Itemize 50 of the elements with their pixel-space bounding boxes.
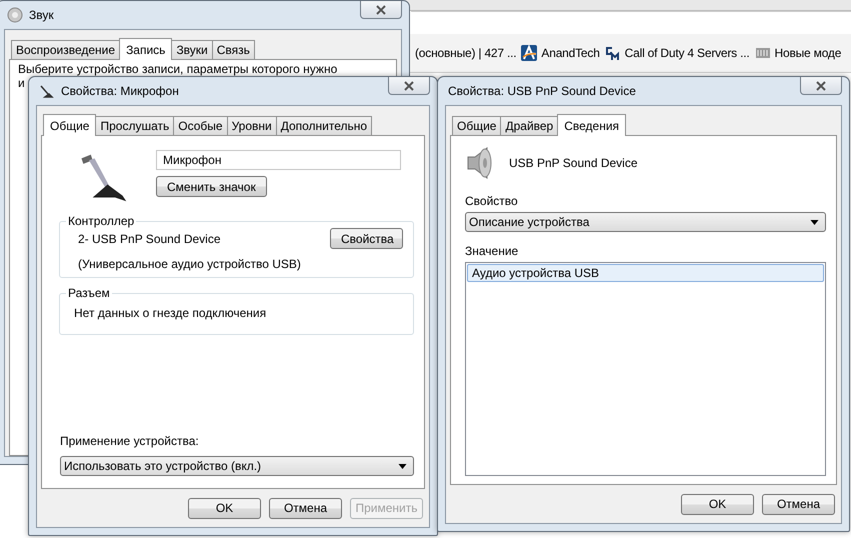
tab[interactable]: Запись xyxy=(119,38,172,60)
bookmark-link[interactable]: Call of Duty 4 Servers ... xyxy=(604,45,750,61)
group-heading: Разъем xyxy=(67,286,111,300)
window-title: Звук xyxy=(29,8,54,22)
device-name-field[interactable]: Микрофон xyxy=(156,150,401,170)
tab[interactable]: Общие xyxy=(452,116,502,135)
bookmark-link[interactable]: Новые моде xyxy=(754,45,842,61)
controller-description: (Универсальное аудио устройство USB) xyxy=(78,257,302,271)
dialog-button[interactable]: Отмена xyxy=(762,494,835,514)
prompt-text: Выберите устройство записи, параметры которого нужно xyxy=(18,62,338,76)
dialog-button[interactable]: Отмена xyxy=(269,498,342,518)
close-icon xyxy=(403,80,415,90)
usage-dropdown[interactable]: Использовать это устройство (вкл.) xyxy=(60,456,414,476)
tab[interactable]: Воспроизведение xyxy=(11,40,120,59)
caret-icon xyxy=(810,220,819,224)
tab[interactable]: Сведения xyxy=(557,114,626,136)
logo-icon xyxy=(604,45,621,61)
tab[interactable]: Связь xyxy=(212,40,255,59)
close-button[interactable] xyxy=(388,77,430,95)
prompt-text: и xyxy=(18,76,26,90)
value-label: Значение xyxy=(465,244,520,258)
usage-label: Применение устройства: xyxy=(60,434,200,448)
tab[interactable]: Прослушать xyxy=(95,116,174,135)
close-button[interactable] xyxy=(800,77,842,95)
jack-info: Нет данных о гнезде подключения xyxy=(74,306,268,320)
logo-icon xyxy=(754,45,771,61)
tab[interactable]: Дополнительно xyxy=(276,116,372,135)
close-icon xyxy=(815,80,827,90)
logo-icon xyxy=(521,45,538,61)
window-title: Свойства: USB PnP Sound Device xyxy=(448,84,636,98)
property-label: Свойство xyxy=(465,194,519,208)
window-title: Свойства: Микрофон xyxy=(61,84,179,98)
tab[interactable]: Общие xyxy=(43,114,96,136)
dialog-button[interactable]: OK xyxy=(188,498,261,518)
device-name: USB PnP Sound Device xyxy=(509,156,638,170)
tab[interactable]: Драйвер xyxy=(500,116,558,135)
bookmark-link[interactable]: (основные) | 427 ... xyxy=(415,46,516,60)
properties-button[interactable]: Свойства xyxy=(330,228,403,249)
tab[interactable]: Уровни xyxy=(226,116,277,135)
close-button[interactable] xyxy=(360,1,402,19)
dialog-button[interactable]: OK xyxy=(681,494,754,514)
tab[interactable]: Особые xyxy=(173,116,228,135)
tab[interactable]: Звуки xyxy=(171,40,213,59)
controller-name: 2- USB PnP Sound Device xyxy=(78,232,221,246)
change-icon-button[interactable]: Сменить значок xyxy=(156,176,267,197)
list-item[interactable]: Аудио устройства USB xyxy=(467,264,824,282)
bookmark-link[interactable]: AnandTech xyxy=(521,45,600,61)
close-icon xyxy=(375,4,387,14)
group-heading: Контроллер xyxy=(67,214,136,228)
property-dropdown[interactable]: Описание устройства xyxy=(465,212,826,232)
